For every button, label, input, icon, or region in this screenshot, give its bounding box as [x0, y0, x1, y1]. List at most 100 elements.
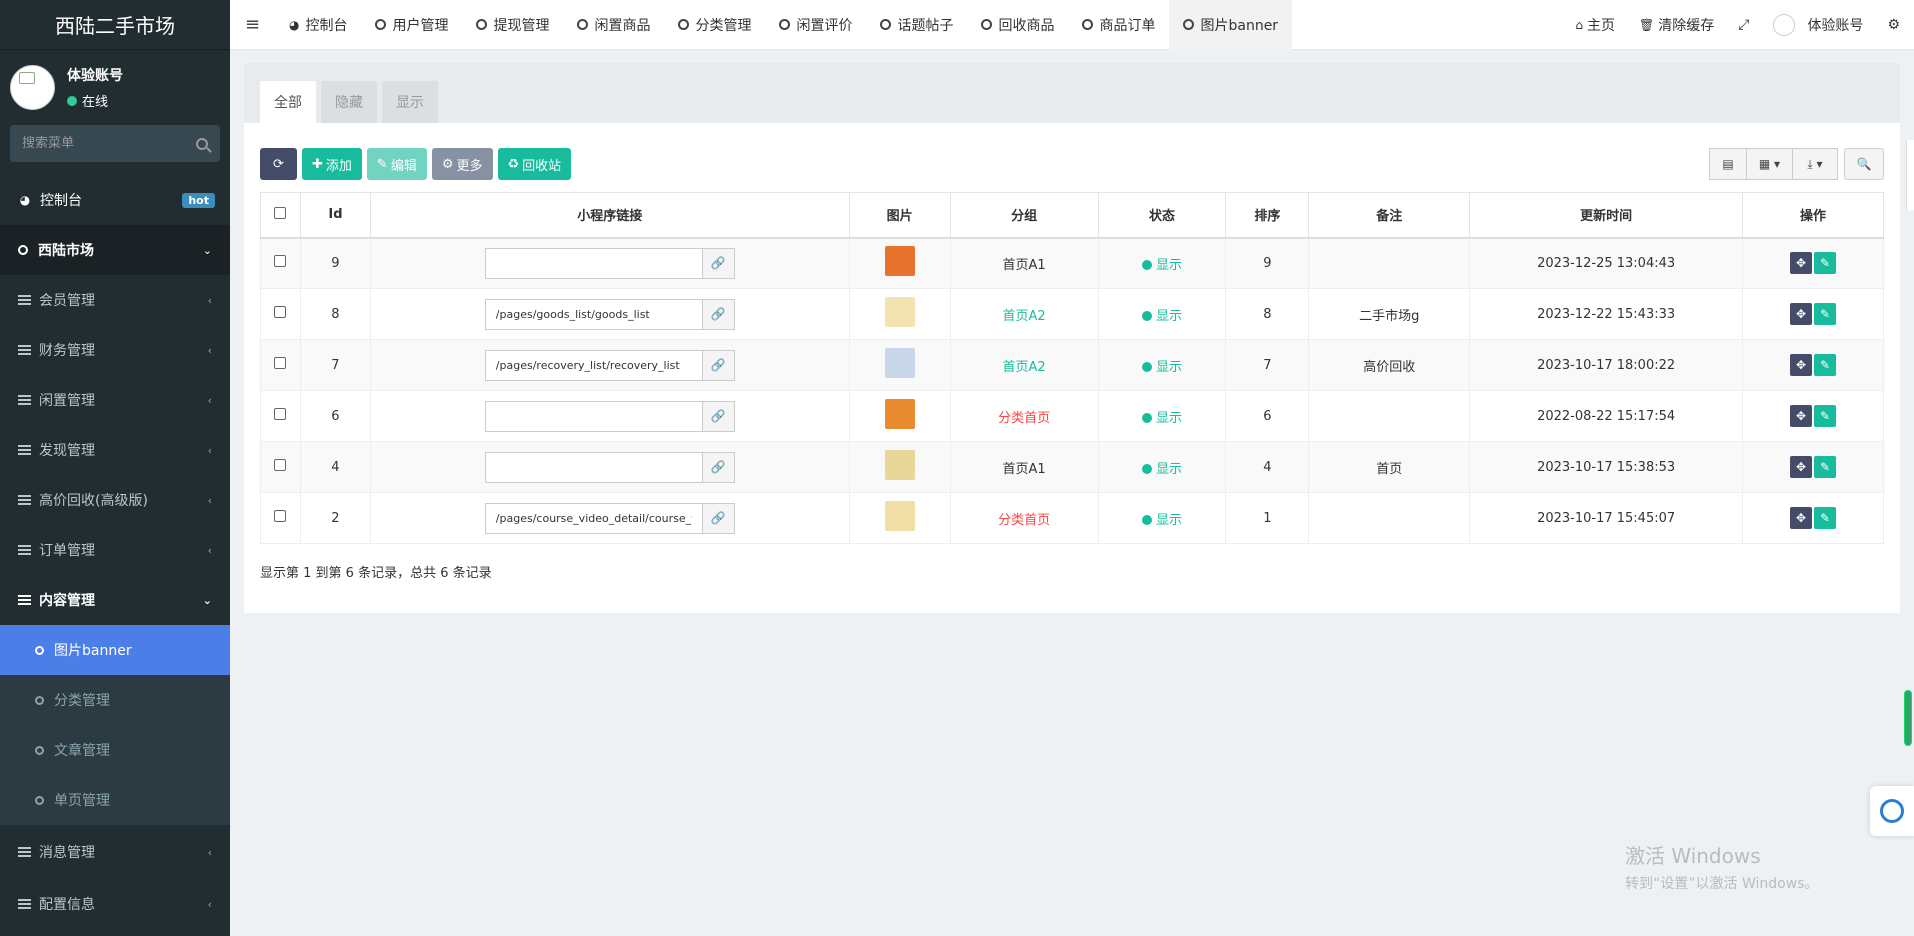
cell-updated: 2023-10-17 18:00:22 [1469, 339, 1744, 391]
row-checkbox[interactable] [274, 408, 287, 420]
select-all-checkbox[interactable] [274, 206, 287, 219]
tab-orders[interactable]: 商品订单 [1068, 0, 1169, 50]
tab-withdraw[interactable]: 提现管理 [462, 0, 563, 50]
sidebar-item-banner[interactable]: 图片banner [0, 625, 230, 675]
cell-actions: ✥ ✎ [1742, 339, 1884, 391]
edit-row-button[interactable]: ✎ [1814, 354, 1836, 376]
drag-sort-button[interactable]: ✥ [1790, 405, 1812, 427]
tab-dashboard[interactable]: ◕ 控制台 [275, 0, 361, 50]
banner-thumbnail[interactable] [884, 450, 915, 480]
status-badge[interactable]: 显示 [1141, 462, 1182, 477]
list-icon [18, 343, 31, 357]
link-input[interactable] [484, 349, 703, 381]
settings-icon[interactable]: ⚙ [1875, 0, 1914, 50]
link-input[interactable] [484, 298, 703, 330]
sidebar-item-pages[interactable]: 单页管理 [0, 775, 230, 825]
link-input[interactable] [484, 502, 703, 534]
search-icon[interactable] [196, 137, 208, 150]
sidebar-item-category[interactable]: 分类管理 [0, 675, 230, 725]
fullscreen-icon[interactable]: ⤢ [1726, 0, 1761, 50]
sidebar-item-finance[interactable]: 财务管理 ‹ [0, 325, 230, 375]
toggle-view-button[interactable]: ▤ [1709, 148, 1746, 180]
tab-category[interactable]: 分类管理 [664, 0, 765, 50]
sidebar-item-orders[interactable]: 订单管理 ‹ [0, 525, 230, 575]
side-panel-edge[interactable] [1906, 140, 1914, 210]
tab-hidden[interactable]: 隐藏 [321, 81, 377, 123]
link-icon[interactable]: 🔗 [702, 400, 735, 432]
edit-row-button[interactable]: ✎ [1814, 303, 1836, 325]
clear-cache-button[interactable]: 🗑 清除缓存 [1627, 0, 1726, 50]
col-id[interactable]: Id [299, 192, 371, 239]
add-button[interactable]: ✚ 添加 [302, 148, 362, 180]
drag-sort-button[interactable]: ✥ [1790, 456, 1812, 478]
drag-sort-button[interactable]: ✥ [1790, 354, 1812, 376]
row-checkbox[interactable] [274, 459, 287, 471]
more-button[interactable]: ⚙ 更多 [431, 148, 493, 180]
tab-shown[interactable]: 显示 [382, 81, 438, 123]
floating-assistant-button[interactable] [1870, 786, 1914, 836]
sidebar-item-discover[interactable]: 发现管理 ‹ [0, 425, 230, 475]
home-link[interactable]: ⌂ 主页 [1563, 0, 1627, 50]
user-menu[interactable]: 体验账号 [1761, 0, 1875, 50]
link-icon[interactable]: 🔗 [702, 502, 735, 534]
recycle-bin-button[interactable]: ♻ 回收站 [497, 148, 572, 180]
status-badge[interactable]: 显示 [1141, 360, 1182, 375]
edit-row-button[interactable]: ✎ [1814, 405, 1836, 427]
tab-label: 闲置商品 [594, 17, 651, 34]
link-icon[interactable]: 🔗 [702, 349, 735, 381]
edit-row-button[interactable]: ✎ [1814, 507, 1836, 529]
col-sort[interactable]: 排序 [1225, 192, 1310, 239]
link-icon[interactable]: 🔗 [702, 247, 735, 279]
link-icon[interactable]: 🔗 [702, 451, 735, 483]
status-badge[interactable]: 显示 [1141, 258, 1182, 273]
tab-idle-review[interactable]: 闲置评价 [765, 0, 866, 50]
tab-all[interactable]: 全部 [260, 81, 316, 123]
edit-row-button[interactable]: ✎ [1814, 456, 1836, 478]
sidebar-item-members[interactable]: 会员管理 ‹ [0, 275, 230, 325]
columns-button[interactable]: ▦ ▾ [1746, 148, 1792, 180]
link-icon[interactable]: 🔗 [702, 298, 735, 330]
sidebar-item-config[interactable]: 配置信息 ‹ [0, 879, 230, 929]
banner-thumbnail[interactable] [884, 501, 915, 531]
banner-thumbnail[interactable] [884, 348, 915, 378]
tab-topics[interactable]: 话题帖子 [866, 0, 967, 50]
tab-banner[interactable]: 图片banner [1169, 0, 1293, 50]
refresh-button[interactable]: ⟳ [260, 148, 297, 180]
link-input[interactable] [484, 451, 703, 483]
app-title[interactable]: 西陆二手市场 [0, 0, 230, 50]
link-input[interactable] [484, 400, 703, 432]
edit-row-button[interactable]: ✎ [1814, 252, 1836, 275]
link-input[interactable] [484, 247, 703, 279]
row-checkbox[interactable] [274, 510, 287, 522]
edit-button[interactable]: ✎ 编辑 [366, 148, 427, 180]
banner-thumbnail[interactable] [884, 246, 915, 277]
drag-sort-button[interactable]: ✥ [1790, 507, 1812, 529]
sidebar-item-idle[interactable]: 闲置管理 ‹ [0, 375, 230, 425]
sidebar-item-messages[interactable]: 消息管理 ‹ [0, 825, 230, 879]
status-badge[interactable]: 显示 [1141, 411, 1182, 426]
banner-thumbnail[interactable] [884, 399, 915, 429]
menu-toggle-icon[interactable]: ≡ [230, 0, 275, 50]
export-button[interactable]: ⤓ ▾ [1792, 148, 1838, 180]
tab-users[interactable]: 用户管理 [361, 0, 462, 50]
sidebar-item-articles[interactable]: 文章管理 [0, 725, 230, 775]
sidebar-item-recycle[interactable]: 高价回收(高级版) ‹ [0, 475, 230, 525]
drag-sort-button[interactable]: ✥ [1790, 303, 1812, 325]
sidebar-item-content[interactable]: 内容管理 ⌄ [0, 575, 230, 625]
status-badge[interactable]: 显示 [1141, 513, 1182, 528]
sidebar-item-market[interactable]: 西陆市场 ⌄ [0, 225, 230, 275]
banner-thumbnail[interactable] [884, 297, 915, 327]
search-toggle-button[interactable]: 🔍 [1844, 148, 1884, 180]
status-dot-icon [1141, 310, 1152, 321]
menu-search-input[interactable] [22, 136, 182, 151]
row-checkbox[interactable] [274, 306, 287, 318]
col-updated[interactable]: 更新时间 [1469, 192, 1744, 239]
row-checkbox[interactable] [274, 255, 287, 268]
drag-sort-button[interactable]: ✥ [1790, 252, 1812, 275]
scroll-indicator[interactable] [1904, 690, 1912, 746]
tab-recycle-goods[interactable]: 回收商品 [967, 0, 1068, 50]
tab-idle-goods[interactable]: 闲置商品 [563, 0, 664, 50]
sidebar-item-dashboard[interactable]: ◕ 控制台 hot [0, 175, 230, 225]
row-checkbox[interactable] [274, 357, 287, 369]
status-badge[interactable]: 显示 [1141, 309, 1182, 324]
